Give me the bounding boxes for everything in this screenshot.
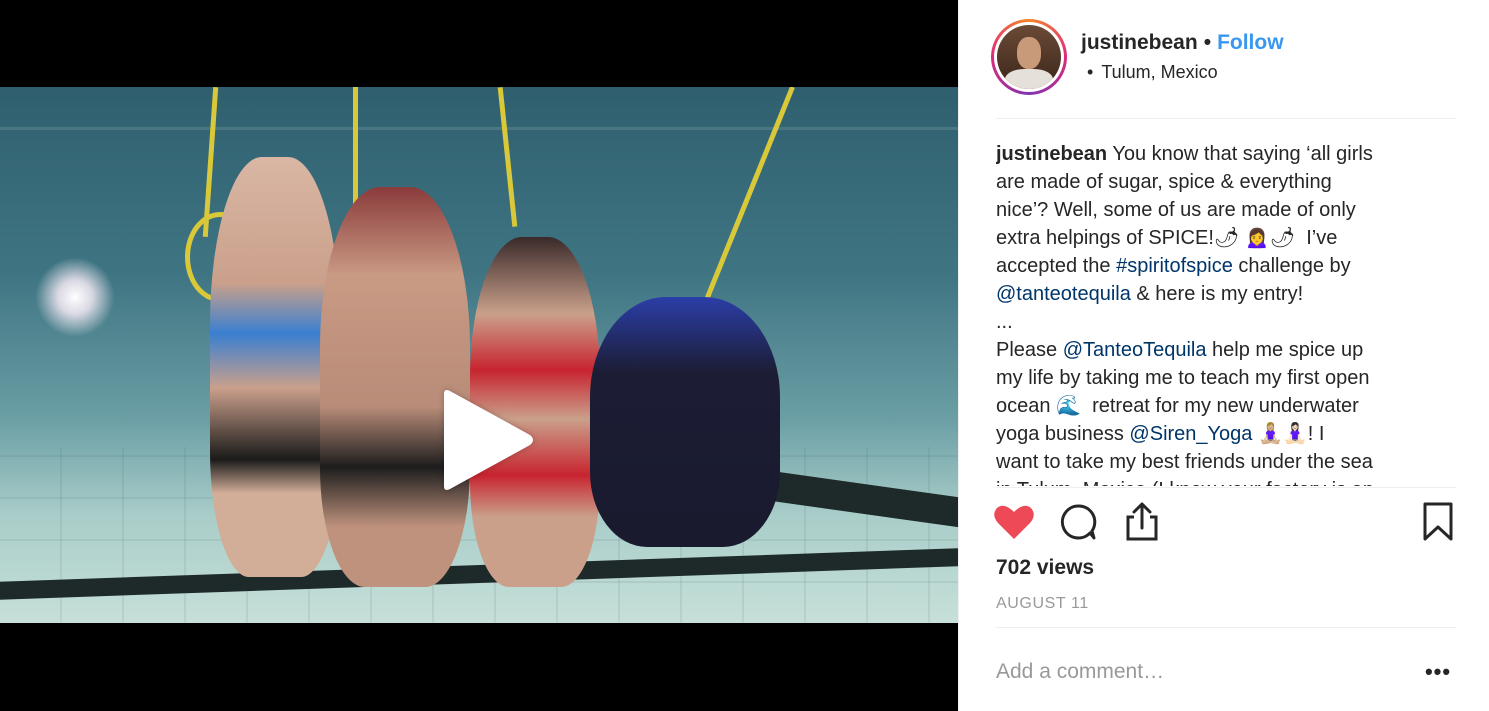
caption-line: want to take my best friends under the s… <box>996 451 1373 473</box>
air-hose <box>692 87 795 330</box>
caption-line: extra helpings of SPICE!🌶 🙍‍♀️🌶 I’ve <box>996 227 1338 249</box>
caption-line: are made of sugar, spice & everything <box>996 171 1332 193</box>
avatar-face <box>1017 37 1041 69</box>
location-line: • Tulum, Mexico <box>1087 60 1218 84</box>
caption-line: ... <box>996 311 1013 333</box>
caption-line: Please @TanteoTequila help me spice up <box>996 336 1456 364</box>
divider <box>996 487 1456 488</box>
caption-text: help me spice up <box>1206 339 1364 361</box>
caption-line: my life by taking me to teach my first o… <box>996 367 1370 389</box>
save-button[interactable] <box>1416 500 1460 544</box>
user-line: justinebean • Follow <box>1081 29 1284 57</box>
author-username[interactable]: justinebean <box>1081 29 1198 57</box>
video-frame[interactable] <box>0 87 958 623</box>
separator-dot: • <box>1203 31 1212 54</box>
mention-link[interactable]: @Siren_Yoga <box>1129 423 1252 445</box>
pool-light <box>35 257 115 337</box>
comment-box: ••• <box>996 650 1456 694</box>
post-side-panel: justinebean • Follow • Tulum, Mexico just… <box>958 0 1489 711</box>
location-link[interactable]: Tulum, Mexico <box>1101 62 1217 82</box>
hashtag-link[interactable]: #spiritofspice <box>1116 255 1233 277</box>
like-button[interactable] <box>992 500 1036 544</box>
heart-filled-icon <box>994 505 1034 539</box>
caption-text: 🧘🏼‍♀️🧘🏻‍♀️! I <box>1252 423 1325 445</box>
caption-text: Please <box>996 339 1063 361</box>
diver-4 <box>590 297 780 547</box>
avatar-border <box>994 22 1064 92</box>
caption-text: challenge by <box>1232 255 1351 277</box>
video-player[interactable] <box>0 0 958 711</box>
avatar[interactable] <box>991 19 1067 95</box>
caption-line: @tanteotequila & here is my entry! <box>996 280 1456 308</box>
caption-line: nice’? Well, some of us are made of only <box>996 199 1356 221</box>
play-icon <box>444 390 533 490</box>
share-button[interactable] <box>1120 500 1164 544</box>
caption-line: ocean 🌊 retreat for my new underwater <box>996 395 1359 417</box>
caption-line: accepted the #spiritofspice challenge by <box>996 252 1456 280</box>
divider <box>996 627 1456 628</box>
caption-text: & here is my entry! <box>1130 283 1304 305</box>
avatar-shoulders <box>1005 69 1053 89</box>
caption-username[interactable]: justinebean <box>996 143 1107 165</box>
avatar-image <box>997 25 1061 89</box>
caption: justinebean You know that saying ‘all gi… <box>996 140 1456 486</box>
caption-text: accepted the <box>996 255 1117 277</box>
caption-text: You know that saying ‘all girls <box>1107 143 1373 165</box>
air-hose <box>497 87 518 227</box>
play-button[interactable] <box>431 385 541 495</box>
follow-button[interactable]: Follow <box>1217 29 1284 57</box>
view-count[interactable]: 702 views <box>996 556 1094 580</box>
post-header: justinebean • Follow • Tulum, Mexico <box>959 0 1489 118</box>
mention-link[interactable]: @tanteotequila <box>996 283 1131 305</box>
comment-button[interactable] <box>1056 500 1100 544</box>
caption-line: in Tulum, Mexico (I know your factory is… <box>996 476 1456 486</box>
caption-line: justinebean You know that saying ‘all gi… <box>996 140 1456 168</box>
pool-wall-line <box>0 127 958 130</box>
comment-input[interactable] <box>996 656 1396 688</box>
bookmark-icon <box>1423 502 1453 541</box>
share-icon <box>1126 502 1158 541</box>
air-hose <box>353 87 358 207</box>
divider <box>996 118 1456 119</box>
mention-link[interactable]: @TanteoTequila <box>1063 339 1207 361</box>
location-bullet: • <box>1087 62 1094 82</box>
caption-line: yoga business @Siren_Yoga 🧘🏼‍♀️🧘🏻‍♀️! I <box>996 420 1456 448</box>
post-date[interactable]: AUGUST 11 <box>996 595 1089 613</box>
caption-text: yoga business <box>996 423 1130 445</box>
comment-bubble-icon <box>1060 504 1097 540</box>
post-view: justinebean • Follow • Tulum, Mexico just… <box>0 0 1489 711</box>
more-options-button[interactable]: ••• <box>1420 654 1456 690</box>
action-bar <box>994 500 1456 544</box>
